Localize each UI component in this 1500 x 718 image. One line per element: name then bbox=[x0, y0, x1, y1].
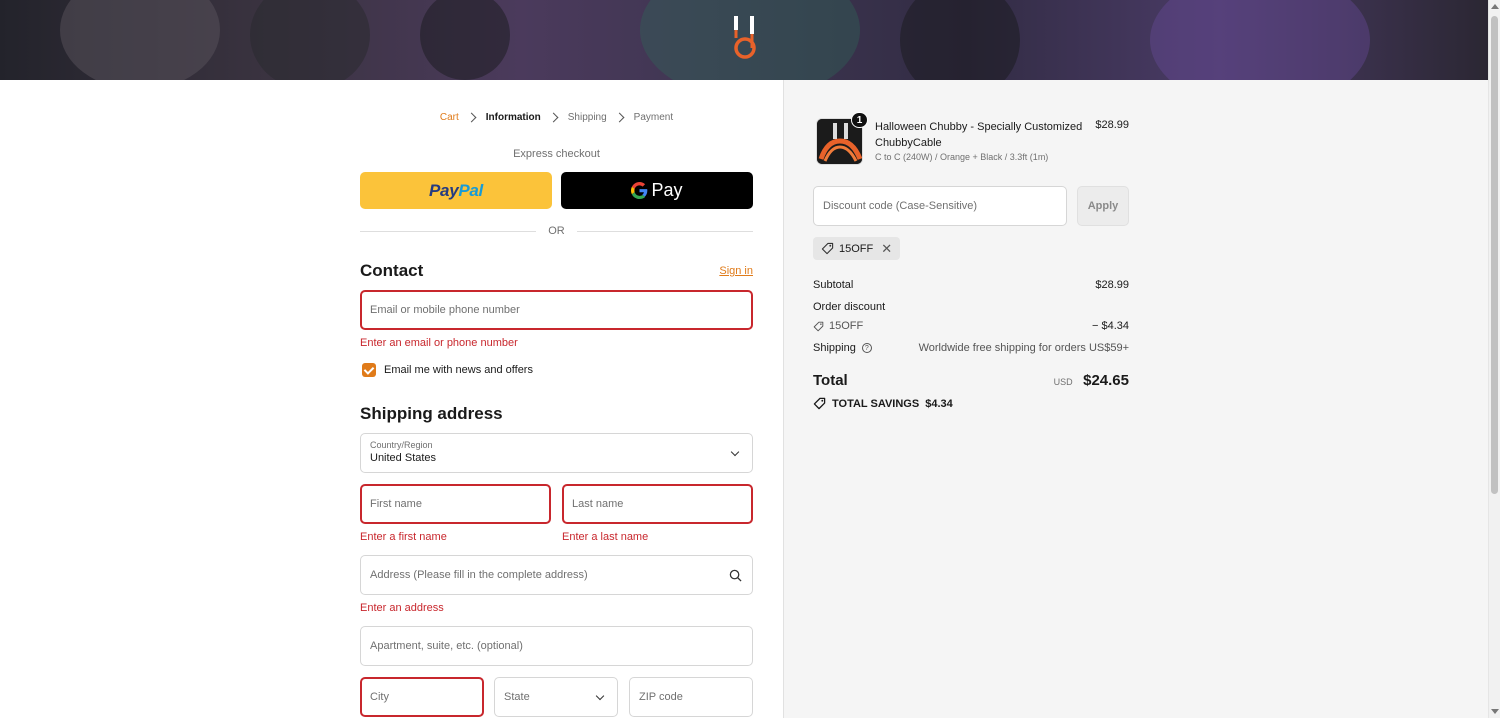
total-amount-wrap: USD $24.65 bbox=[1054, 372, 1129, 390]
country-value: United States bbox=[370, 452, 437, 464]
express-checkout-label: Express checkout bbox=[513, 148, 600, 160]
discount-code-row: 15OFF − $4.34 bbox=[813, 320, 1129, 332]
total-value: $24.65 bbox=[1083, 372, 1129, 389]
state-placeholder: State bbox=[504, 691, 530, 703]
currency-code: USD bbox=[1053, 377, 1073, 387]
paypal-logo-part1: Pay bbox=[429, 180, 459, 200]
product-name: Halloween Chubby - Specially Customized … bbox=[875, 121, 1083, 149]
contact-heading: Contact bbox=[360, 261, 424, 280]
subtotal-label: Subtotal bbox=[813, 279, 854, 291]
country-label: Country/Region bbox=[370, 440, 433, 450]
address-field[interactable]: Address (Please fill in the complete add… bbox=[360, 555, 753, 595]
tag-icon bbox=[813, 397, 826, 410]
shipping-label: Shipping bbox=[813, 342, 856, 354]
apply-discount-button[interactable]: Apply bbox=[1077, 186, 1129, 226]
first-name-field[interactable]: First name bbox=[360, 484, 551, 524]
email-error: Enter an email or phone number bbox=[360, 337, 518, 349]
savings-value: $4.34 bbox=[925, 397, 953, 410]
scrollbar-thumb[interactable] bbox=[1491, 16, 1498, 494]
google-g-icon bbox=[631, 182, 648, 199]
subtotal-row: Subtotal $28.99 bbox=[813, 279, 1129, 291]
remove-discount-icon[interactable]: ✕ bbox=[881, 241, 892, 257]
zip-field[interactable]: ZIP code bbox=[629, 677, 753, 717]
last-name-field[interactable]: Last name bbox=[562, 484, 753, 524]
google-pay-label: Pay bbox=[651, 180, 683, 200]
scroll-up-arrow-icon[interactable] bbox=[1491, 4, 1499, 9]
applied-discount-code: 15OFF bbox=[839, 242, 874, 255]
newsletter-option[interactable]: Email me with news and offers bbox=[362, 363, 533, 377]
discount-code-line: 15OFF bbox=[813, 320, 863, 332]
paypal-logo: PayPal bbox=[429, 181, 483, 201]
subtotal-value: $28.99 bbox=[1095, 279, 1129, 291]
product-price: $28.99 bbox=[1095, 119, 1129, 131]
product-variant: C to C (240W) / Orange + Black / 3.3ft (… bbox=[875, 152, 1049, 162]
breadcrumb-shipping: Shipping bbox=[567, 112, 607, 123]
total-label: Total bbox=[813, 372, 848, 389]
country-select[interactable]: Country/Region United States bbox=[360, 433, 753, 473]
breadcrumb-cart[interactable]: Cart bbox=[440, 112, 459, 123]
tag-icon bbox=[813, 321, 824, 331]
chevron-right-icon bbox=[548, 112, 559, 123]
header-banner bbox=[0, 0, 1488, 80]
or-label: OR bbox=[548, 225, 565, 237]
newsletter-checkbox[interactable] bbox=[362, 363, 376, 377]
google-pay-logo: Pay bbox=[631, 180, 683, 201]
banner-decor bbox=[420, 0, 510, 80]
banner-decor bbox=[250, 0, 370, 80]
page-scrollbar[interactable] bbox=[1488, 0, 1500, 718]
google-pay-button[interactable]: Pay bbox=[561, 172, 753, 209]
total-savings: TOTAL SAVINGS $4.34 bbox=[813, 397, 953, 410]
breadcrumb-information: Information bbox=[485, 112, 541, 123]
address-error: Enter an address bbox=[360, 602, 444, 614]
state-select[interactable]: State bbox=[494, 677, 618, 717]
banner-decor bbox=[1150, 0, 1370, 80]
city-field[interactable]: City bbox=[360, 677, 484, 717]
breadcrumb: Cart Information Shipping Payment bbox=[360, 112, 753, 123]
order-discount-row: Order discount bbox=[813, 301, 1129, 313]
first-name-error: Enter a first name bbox=[360, 531, 447, 543]
newsletter-label: Email me with news and offers bbox=[384, 364, 533, 376]
banner-decor bbox=[900, 0, 1020, 80]
sign-in-link[interactable]: Sign in bbox=[719, 265, 753, 277]
chevron-down-icon bbox=[595, 691, 605, 701]
paypal-button[interactable]: PayPal bbox=[360, 172, 552, 209]
shipping-value: Worldwide free shipping for orders US$59… bbox=[918, 342, 1129, 354]
brand-logo-icon[interactable] bbox=[726, 14, 762, 64]
applied-discount-chip: 15OFF ✕ bbox=[813, 237, 901, 260]
scroll-down-arrow-icon[interactable] bbox=[1491, 709, 1499, 714]
chevron-right-icon bbox=[466, 112, 477, 123]
discount-value: − $4.34 bbox=[1091, 320, 1129, 332]
savings-label: TOTAL SAVINGS bbox=[832, 397, 920, 410]
breadcrumb-payment: Payment bbox=[633, 112, 674, 123]
quantity-badge: 1 bbox=[851, 112, 868, 128]
search-icon bbox=[729, 569, 742, 582]
shipping-row: Shipping ? Worldwide free shipping for o… bbox=[813, 342, 1129, 354]
divider-line bbox=[360, 230, 537, 232]
shipping-label-wrap: Shipping ? bbox=[813, 342, 872, 354]
apartment-field[interactable]: Apartment, suite, etc. (optional) bbox=[360, 626, 753, 666]
order-discount-label: Order discount bbox=[813, 301, 886, 313]
last-name-error: Enter a last name bbox=[562, 531, 649, 543]
chevron-right-icon bbox=[614, 112, 625, 123]
email-field[interactable]: Email or mobile phone number bbox=[360, 290, 753, 330]
divider-line bbox=[576, 230, 753, 232]
discount-code-label: 15OFF bbox=[829, 320, 864, 332]
address-placeholder: Address (Please fill in the complete add… bbox=[370, 569, 588, 581]
tag-icon bbox=[821, 242, 834, 255]
discount-code-input[interactable]: Discount code (Case-Sensitive) bbox=[813, 186, 1067, 226]
question-icon[interactable]: ? bbox=[861, 343, 872, 353]
or-divider: OR bbox=[360, 225, 753, 237]
shipping-address-heading: Shipping address bbox=[360, 404, 503, 423]
total-row: Total USD $24.65 bbox=[813, 372, 1129, 390]
paypal-logo-part2: Pal bbox=[458, 180, 483, 200]
banner-decor bbox=[60, 0, 220, 80]
